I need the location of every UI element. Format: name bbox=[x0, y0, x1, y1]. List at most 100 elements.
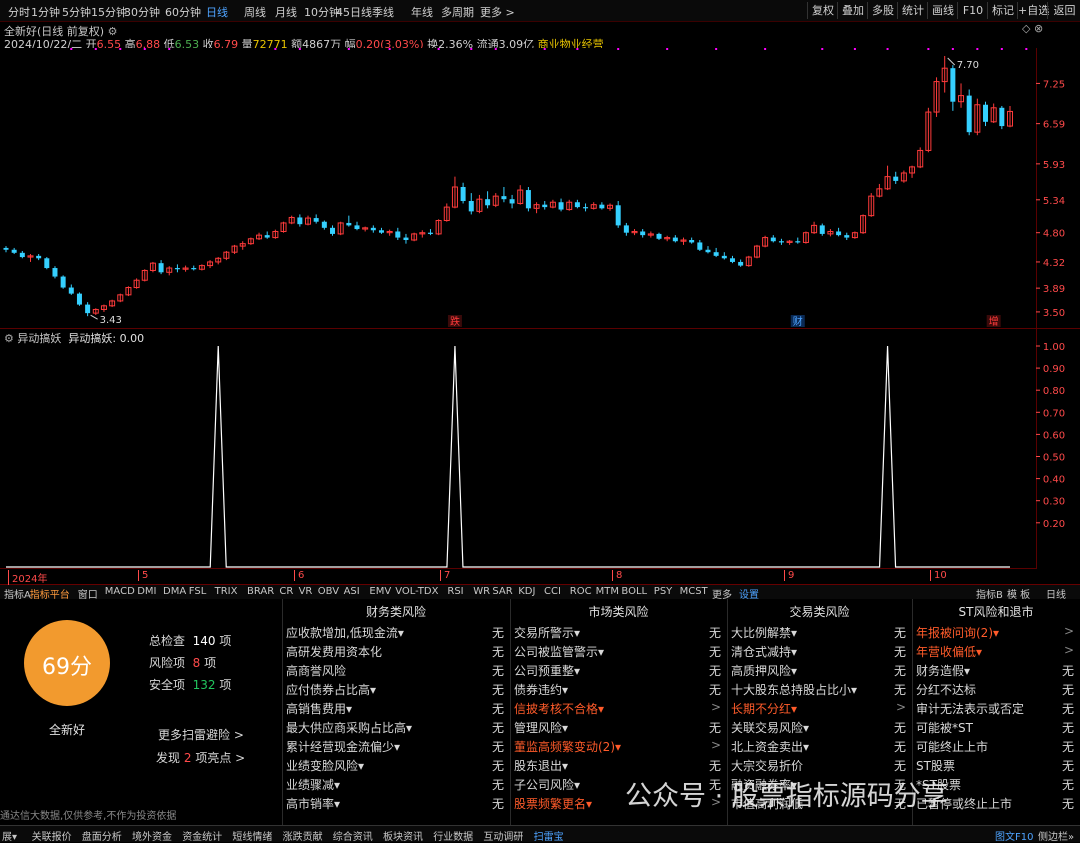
risk-item[interactable]: 高市销率▾ bbox=[286, 795, 340, 812]
risk-item[interactable]: 债券违约▾ bbox=[514, 681, 568, 698]
risk-item[interactable]: 年营收偏低▾ bbox=[916, 643, 982, 660]
risk-item-value[interactable]: 无 bbox=[703, 757, 721, 774]
period-tab-12[interactable]: 年线 bbox=[411, 4, 433, 20]
risk-item[interactable]: 十大股东总持股占比小▾ bbox=[731, 681, 857, 698]
risk-item[interactable]: 子公司风险▾ bbox=[514, 776, 580, 793]
risk-item[interactable]: ST股票 bbox=[916, 757, 955, 774]
risk-item-value[interactable]: 无 bbox=[486, 700, 504, 717]
period-tab-13[interactable]: 多周期 bbox=[441, 4, 474, 20]
risk-item[interactable]: 管理风险▾ bbox=[514, 719, 568, 736]
risk-item-value[interactable]: 无 bbox=[888, 624, 906, 641]
indicator-tab-9[interactable]: CR bbox=[279, 586, 293, 597]
risk-item[interactable]: 高质押风险▾ bbox=[731, 662, 797, 679]
indicator-tab-24[interactable]: MCST bbox=[680, 586, 708, 597]
indicator-tab-19[interactable]: CCI bbox=[544, 586, 561, 597]
indicator-tab-11[interactable]: OBV bbox=[318, 586, 339, 597]
panel-controls[interactable]: ◇ ⊗ bbox=[1022, 22, 1043, 35]
period-tab-1[interactable]: 1分钟 bbox=[31, 4, 60, 20]
event-label[interactable]: 跌 bbox=[450, 315, 460, 328]
risk-item[interactable]: 业绩变脸风险▾ bbox=[286, 757, 364, 774]
risk-item[interactable]: 董监高频繁变动(2)▾ bbox=[514, 738, 621, 755]
risk-item[interactable]: 股票频繁更名▾ bbox=[514, 795, 592, 812]
period-tab-8[interactable]: 月线 bbox=[275, 4, 297, 20]
indicator-chart[interactable]: 1.00 0.90 0.80 0.70 0.60 0.50 0.40 0.30 0.20 bbox=[0, 329, 1080, 569]
risk-item-value[interactable]: 无 bbox=[888, 738, 906, 755]
risk-item[interactable]: 业绩骤减▾ bbox=[286, 776, 340, 793]
risk-item[interactable]: 大宗交易折价 bbox=[731, 757, 803, 774]
more-scan-link[interactable]: 更多扫雷避险 > bbox=[158, 726, 244, 743]
risk-item[interactable]: 最大供应商采购占比高▾ bbox=[286, 719, 412, 736]
risk-item-value[interactable]: 无 bbox=[1056, 700, 1074, 717]
risk-item[interactable]: 可能终止上市 bbox=[916, 738, 988, 755]
indicator-tab-12[interactable]: ASI bbox=[344, 586, 360, 597]
toolbar-button-6[interactable]: 标记 bbox=[987, 2, 1018, 19]
risk-item-value[interactable]: 无 bbox=[888, 643, 906, 660]
indicator-tab-6[interactable]: FSL bbox=[189, 586, 207, 597]
risk-item-value[interactable]: 无 bbox=[888, 757, 906, 774]
risk-item-value[interactable]: 无 bbox=[1056, 719, 1074, 736]
risk-item[interactable]: 公司预重整▾ bbox=[514, 662, 580, 679]
risk-item-value[interactable]: 无 bbox=[703, 719, 721, 736]
indicator-tab-22[interactable]: BOLL bbox=[621, 586, 647, 597]
risk-item-value[interactable]: 无 bbox=[888, 719, 906, 736]
risk-item[interactable]: 长期不分红▾ bbox=[731, 700, 797, 717]
risk-item-value[interactable]: 无 bbox=[486, 681, 504, 698]
risk-item[interactable]: 大比例解禁▾ bbox=[731, 624, 797, 641]
indicator-tab-5[interactable]: DMA bbox=[163, 586, 186, 597]
risk-item-value[interactable]: 无 bbox=[486, 643, 504, 660]
risk-item-value[interactable]: 无 bbox=[703, 624, 721, 641]
risk-item[interactable]: 公司被监管警示▾ bbox=[514, 643, 604, 660]
indicator-tab-10[interactable]: VR bbox=[299, 586, 313, 597]
risk-item-value[interactable]: 无 bbox=[486, 719, 504, 736]
indicator-tab-18[interactable]: KDJ bbox=[518, 586, 535, 597]
period-tab-10[interactable]: 45日线 bbox=[336, 4, 372, 20]
period-tab-0[interactable]: 分时 bbox=[8, 4, 30, 20]
risk-item[interactable]: 年报被问询(2)▾ bbox=[916, 624, 999, 641]
indicator-tab-14[interactable]: VOL-TDX bbox=[395, 586, 438, 597]
risk-item-value[interactable]: 无 bbox=[703, 681, 721, 698]
indicator-tab-8[interactable]: BRAR bbox=[247, 586, 274, 597]
toolbar-button-8[interactable]: 返回 bbox=[1047, 2, 1080, 19]
indicator-tab-16[interactable]: WR bbox=[473, 586, 490, 597]
risk-item-value[interactable]: 无 bbox=[1056, 738, 1074, 755]
period-tab-5[interactable]: 60分钟 bbox=[165, 4, 201, 20]
period-tab-4[interactable]: 30分钟 bbox=[124, 4, 160, 20]
risk-item[interactable]: 累计经营现金流偏少▾ bbox=[286, 738, 400, 755]
risk-item[interactable]: 应付债券占比高▾ bbox=[286, 681, 376, 698]
risk-item-value[interactable]: 无 bbox=[486, 662, 504, 679]
risk-item-value[interactable]: > bbox=[888, 700, 906, 714]
indicator-tab-15[interactable]: RSI bbox=[447, 586, 463, 597]
period-tab-14[interactable]: 更多 > bbox=[480, 4, 515, 20]
period-tab-6[interactable]: 日线 bbox=[206, 4, 228, 20]
risk-item-value[interactable]: 无 bbox=[1056, 662, 1074, 679]
period-tab-7[interactable]: 周线 bbox=[244, 4, 266, 20]
risk-item-value[interactable]: 无 bbox=[1056, 757, 1074, 774]
risk-item[interactable]: 信披考核不合格▾ bbox=[514, 700, 604, 717]
period-tab-3[interactable]: 15分钟 bbox=[91, 4, 127, 20]
toolbar-button-3[interactable]: 统计 bbox=[897, 2, 928, 19]
risk-item-value[interactable]: 无 bbox=[703, 662, 721, 679]
risk-item-value[interactable]: > bbox=[1056, 624, 1074, 638]
toolbar-button-4[interactable]: 画线 bbox=[927, 2, 958, 19]
risk-item[interactable]: 股东退出▾ bbox=[514, 757, 568, 774]
risk-item-value[interactable]: 无 bbox=[486, 738, 504, 755]
indicator-tab-23[interactable]: PSY bbox=[654, 586, 673, 597]
risk-item-value[interactable]: > bbox=[1056, 643, 1074, 657]
risk-item[interactable]: 交易所警示▾ bbox=[514, 624, 580, 641]
indicator-tab-3[interactable]: MACD bbox=[105, 586, 135, 597]
toolbar-button-0[interactable]: 复权 bbox=[807, 2, 838, 19]
risk-item[interactable]: 可能被*ST bbox=[916, 719, 973, 736]
risk-item-value[interactable]: 无 bbox=[486, 795, 504, 812]
period-tab-9[interactable]: 10分钟 bbox=[304, 4, 340, 20]
risk-item-value[interactable]: > bbox=[703, 700, 721, 714]
highlights-link[interactable]: 发现 2 项亮点 > bbox=[156, 749, 245, 766]
risk-item-value[interactable]: 无 bbox=[888, 681, 906, 698]
period-tab-2[interactable]: 5分钟 bbox=[62, 4, 91, 20]
risk-item[interactable]: 清仓式减持▾ bbox=[731, 643, 797, 660]
risk-item[interactable]: 财务造假▾ bbox=[916, 662, 970, 679]
risk-item[interactable]: 北上资金卖出▾ bbox=[731, 738, 809, 755]
toolbar-button-1[interactable]: 叠加 bbox=[837, 2, 868, 19]
indicator-tab-7[interactable]: TRIX bbox=[215, 586, 238, 597]
toolbar-button-7[interactable]: +自选 bbox=[1017, 2, 1049, 19]
risk-item-value[interactable]: 无 bbox=[486, 624, 504, 641]
